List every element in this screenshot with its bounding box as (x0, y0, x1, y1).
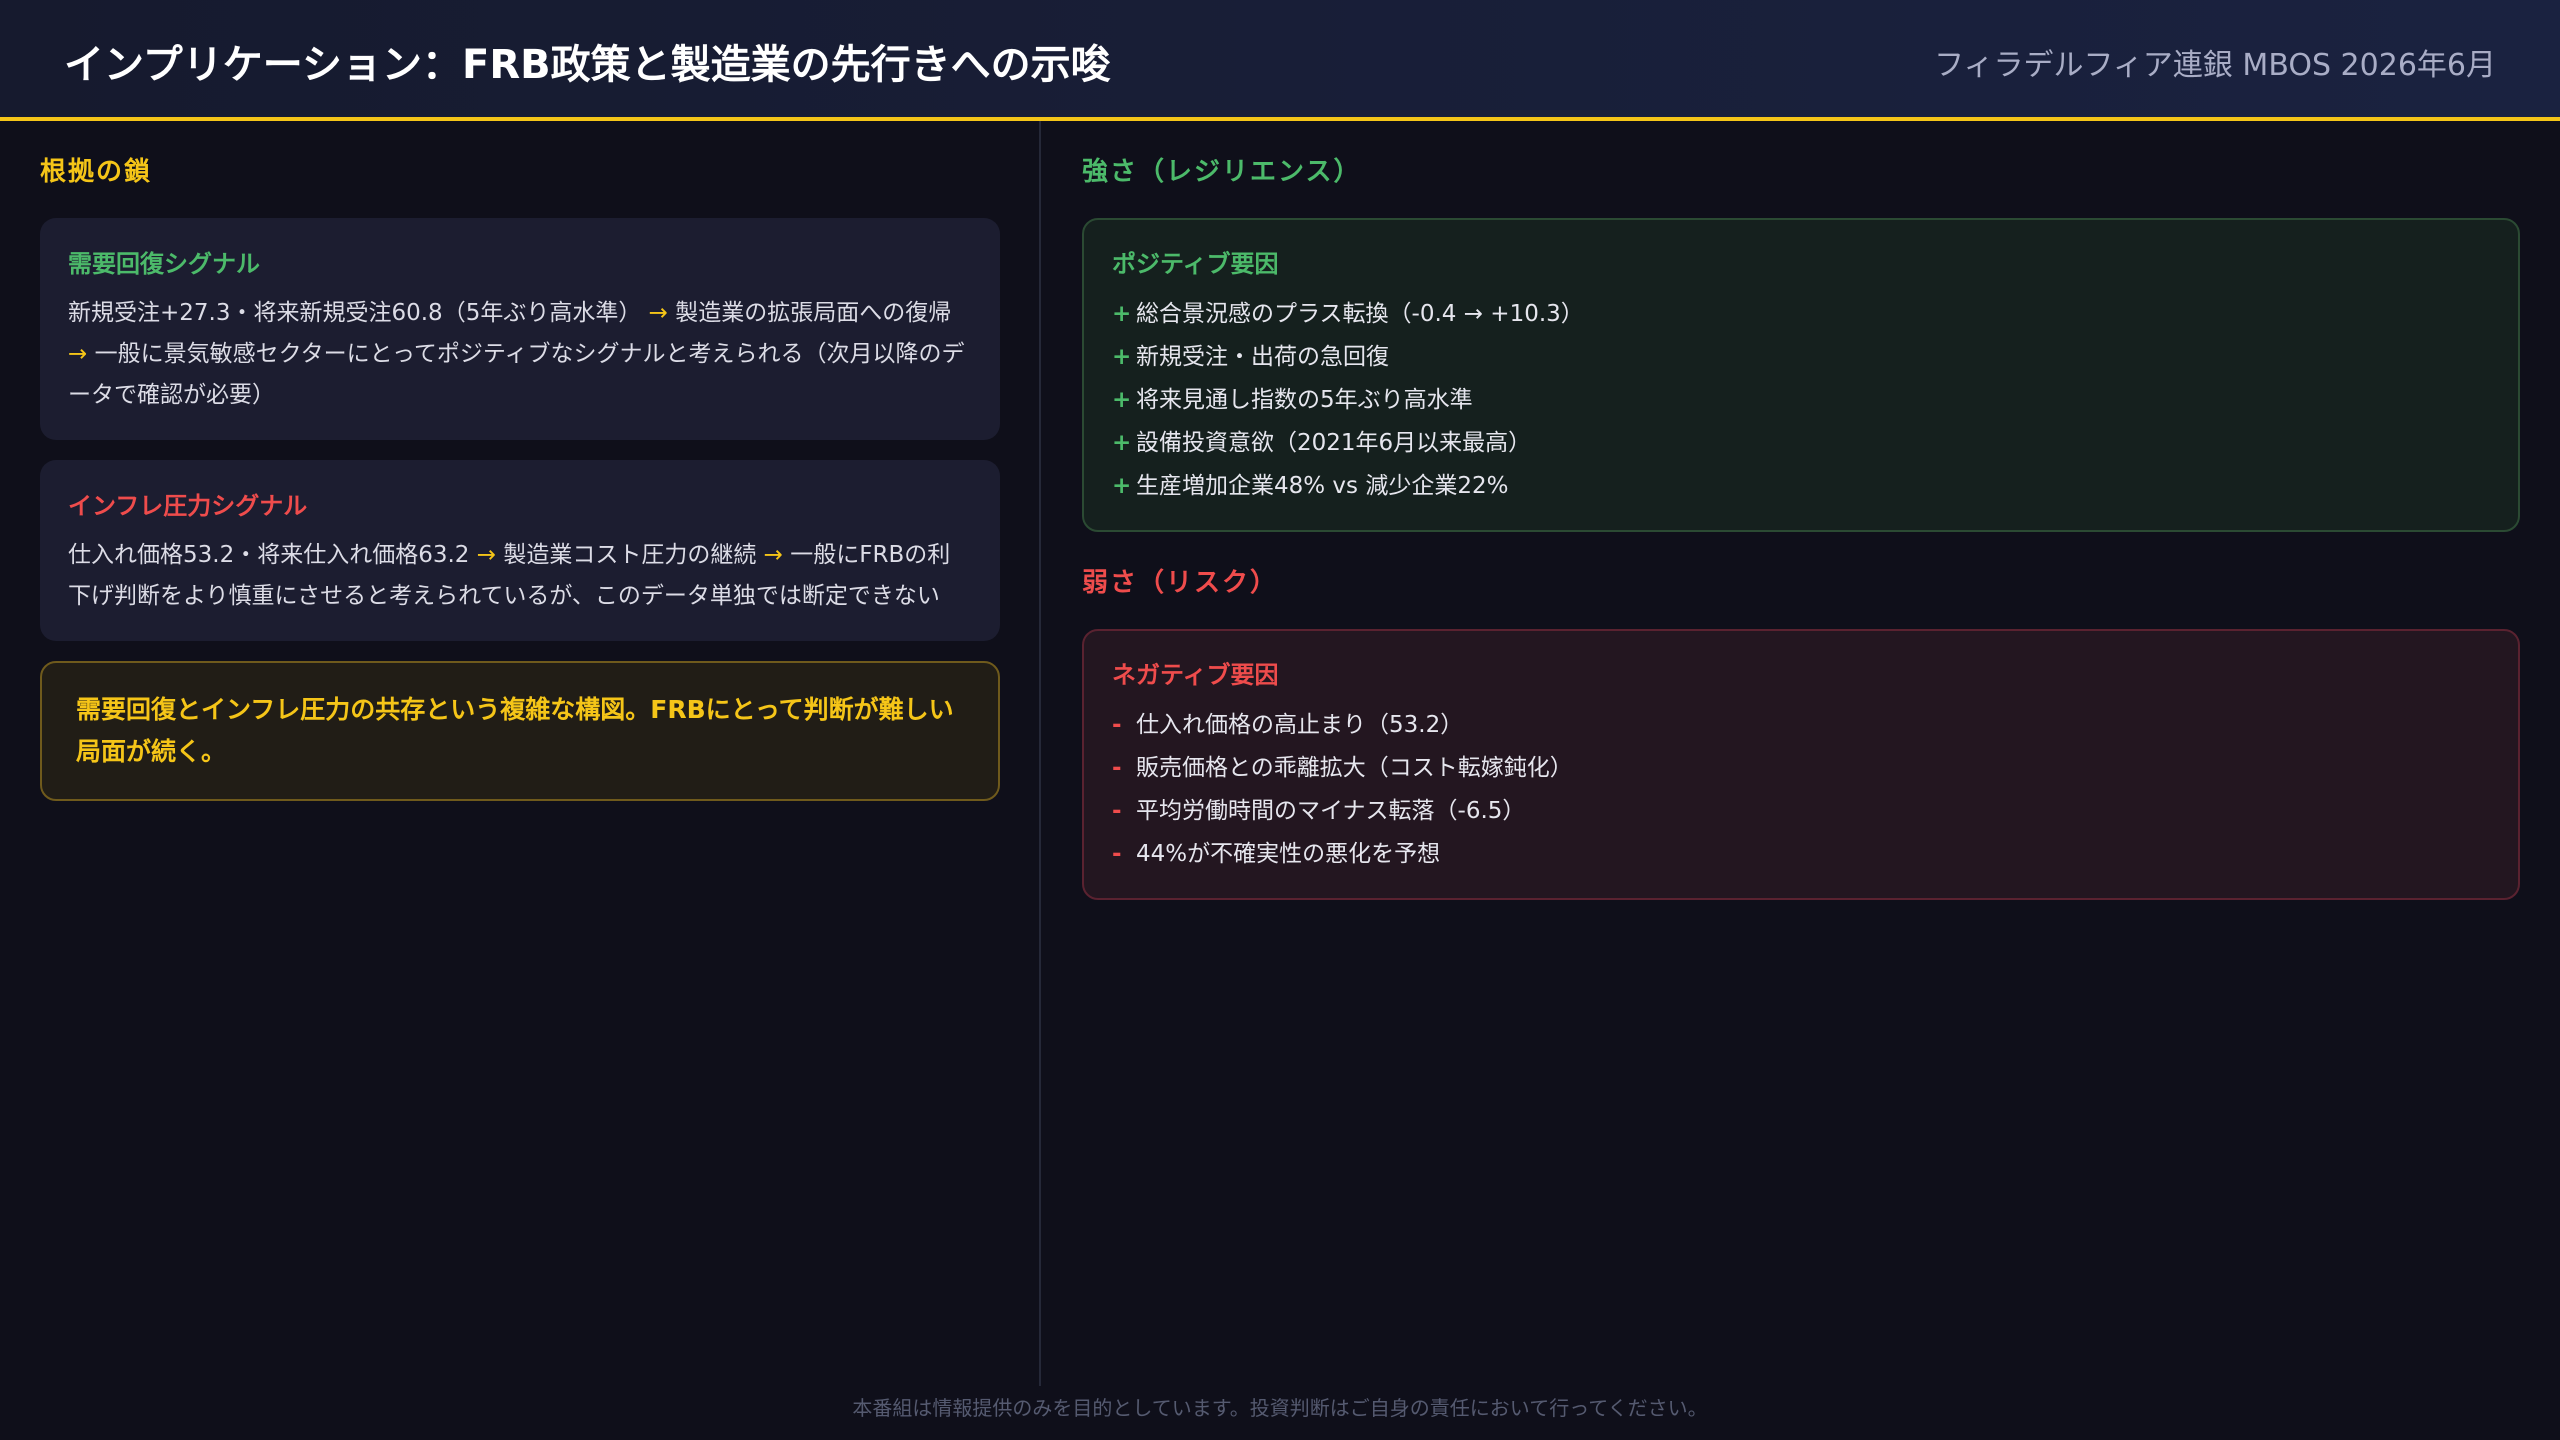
factor-text: 平均労働時間のマイナス転落（-6.5） (1136, 798, 1526, 824)
plus-icon: + (1112, 473, 1132, 499)
source-label: フィラデルフィア連銀 MBOS 2026年6月 (1934, 48, 2496, 83)
factor-text: 将来見通し指数の5年ぶり高水準 (1136, 387, 1473, 413)
factor-text: 44%が不確実性の悪化を予想 (1136, 841, 1441, 867)
inflation-pressure-title: インフレ圧力シグナル (68, 492, 308, 520)
minus-icon: - (1112, 712, 1122, 738)
demand-evidence-text: 新規受注+27.3・将来新規受注60.8（5年ぶり高水準） (68, 300, 642, 326)
list-item: - 平均労働時間のマイナス転落（-6.5） (1112, 790, 2490, 833)
factor-text: 総合景況感のプラス転換（-0.4 → +10.3） (1136, 301, 1584, 327)
minus-icon: - (1112, 841, 1122, 867)
factor-text: 仕入れ価格の高止まり（53.2） (1136, 712, 1464, 738)
positive-factors-card: ポジティブ要因 + 総合景況感のプラス転換（-0.4 → +10.3） + 新規受注… (1082, 218, 2520, 532)
evidence-chain-column: 根拠の鎖 需要回復シグナル 新規受注+27.3・将来新規受注60.8（5年ぶり高… (40, 121, 1000, 801)
negative-factors-title: ネガティブ要因 (1112, 661, 1279, 689)
inflation-pressure-card: インフレ圧力シグナル 仕入れ価格53.2・将来仕入れ価格63.2 → 製造業コス… (40, 460, 1000, 641)
inflation-evidence-text: 仕入れ価格53.2・将来仕入れ価格63.2 (68, 542, 470, 568)
demand-consequence-text: 製造業の拡張局面への復帰 (675, 300, 952, 326)
arrow-right-icon: → (763, 542, 783, 568)
negative-factors-card: ネガティブ要因 - 仕入れ価格の高止まり（53.2） - 販売価格との乖離拡大（コス… (1082, 629, 2520, 900)
page-title: インプリケーション：FRB政策と製造業の先行きへの示唆 (64, 42, 1111, 88)
list-item: - 仕入れ価格の高止まり（53.2） (1112, 704, 2490, 747)
list-item: + 将来見通し指数の5年ぶり高水準 (1112, 379, 2490, 422)
plus-icon: + (1112, 387, 1132, 413)
list-item: + 新規受注・出荷の急回復 (1112, 336, 2490, 379)
list-item: + 設備投資意欲（2021年6月以来最高） (1112, 422, 2490, 465)
arrow-right-icon: → (648, 300, 668, 326)
strength-heading: 強さ（レジリエンス） (1082, 157, 1362, 187)
demand-implication-text: 一般に景気敏感セクターにとってポジティブなシグナルと考えられる（次月以降のデータ… (68, 341, 965, 408)
plus-icon: + (1112, 430, 1132, 456)
arrow-right-icon: → (476, 542, 497, 568)
weakness-heading: 弱さ（リスク） (1082, 568, 1279, 598)
slide-header: インプリケーション：FRB政策と製造業の先行きへの示唆 フィラデルフィア連銀 M… (0, 0, 2560, 121)
list-item: -44%が不確実性の悪化を予想 (1112, 833, 2490, 876)
negative-factors-list: - 仕入れ価格の高止まり（53.2） - 販売価格との乖離拡大（コスト転嫁鈍化） -… (1112, 704, 2490, 876)
list-item: + 総合景況感のプラス転換（-0.4 → +10.3） (1112, 293, 2490, 336)
factor-text: 新規受注・出荷の急回復 (1136, 344, 1389, 370)
column-divider (1039, 121, 1041, 1386)
demand-recovery-card: 需要回復シグナル 新規受注+27.3・将来新規受注60.8（5年ぶり高水準） →… (40, 218, 1000, 440)
factor-text: 販売価格との乖離拡大（コスト転嫁鈍化） (1136, 755, 1573, 781)
evidence-chain-heading: 根拠の鎖 (40, 157, 153, 187)
factor-text: 生産増加企業48% vs 減少企業22% (1136, 473, 1509, 499)
plus-icon: + (1112, 301, 1132, 327)
conclusion-callout: 需要回復とインフレ圧力の共存という複雑な構図。FRBにとって判断が難しい局面が続… (40, 661, 1000, 801)
strength-weakness-column: 強さ（レジリエンス） ポジティブ要因 + 総合景況感のプラス転換（-0.4 → +… (1082, 121, 2520, 900)
disclaimer-footer: 本番組は情報提供のみを目的としています。投資判断はご自身の責任において行ってくだ… (852, 1396, 1708, 1420)
arrow-right-icon: → (68, 341, 88, 367)
list-item: + 生産増加企業48% vs 減少企業22% (1112, 465, 2490, 508)
minus-icon: - (1112, 755, 1122, 781)
inflation-consequence-text: 製造業コスト圧力の継続 (503, 542, 757, 568)
positive-factors-title: ポジティブ要因 (1112, 250, 1279, 278)
demand-recovery-title: 需要回復シグナル (68, 250, 260, 278)
positive-factors-list: + 総合景況感のプラス転換（-0.4 → +10.3） + 新規受注・出荷の急回復 … (1112, 293, 2490, 508)
factor-text: 設備投資意欲（2021年6月以来最高） (1136, 430, 1532, 456)
list-item: - 販売価格との乖離拡大（コスト転嫁鈍化） (1112, 747, 2490, 790)
inflation-pressure-body: 仕入れ価格53.2・将来仕入れ価格63.2 → 製造業コスト圧力の継続 → 一般… (68, 535, 972, 617)
plus-icon: + (1112, 344, 1132, 370)
minus-icon: - (1112, 798, 1122, 824)
demand-recovery-body: 新規受注+27.3・将来新規受注60.8（5年ぶり高水準） → 製造業の拡張局面… (68, 293, 972, 416)
